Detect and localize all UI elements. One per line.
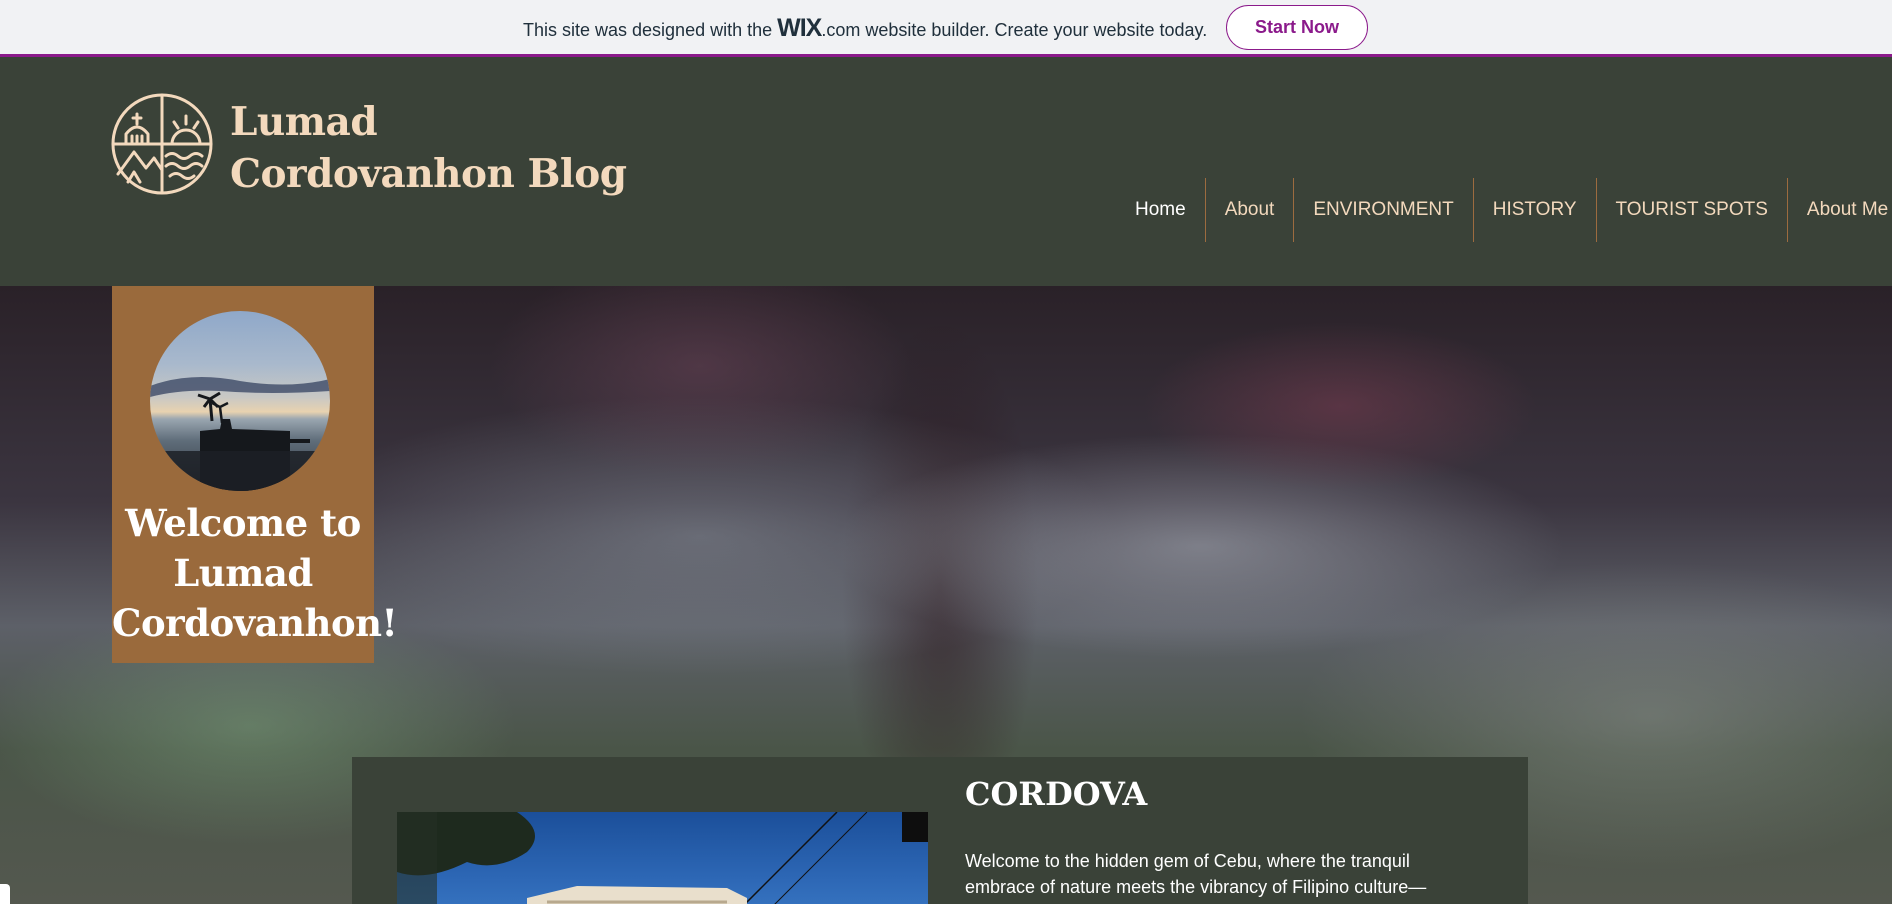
section-title: CORDOVA: [965, 775, 1148, 813]
section-body: Welcome to the hidden gem of Cebu, where…: [965, 848, 1485, 900]
profile-photo: [150, 311, 330, 491]
section-body-line1: Welcome to the hidden gem of Cebu, where…: [965, 851, 1410, 871]
nav-item-about-me[interactable]: About Me: [1786, 178, 1892, 242]
banner-text-after: website builder. Create your website tod…: [865, 20, 1208, 40]
wix-logo[interactable]: WIX: [777, 14, 822, 43]
cordova-section: CORDOVA Welcome to the hidden gem of Ceb…: [352, 757, 1528, 904]
nav-item-about[interactable]: About: [1204, 178, 1294, 242]
banner-text-before: This site was designed with the: [523, 20, 773, 40]
start-now-button[interactable]: Start Now: [1226, 5, 1368, 50]
sunset-scene-image: [150, 377, 330, 491]
welcome-card: Welcome to Lumad Cordovanhon!: [112, 286, 398, 663]
main-nav: Home About ENVIRONMENT HISTORY TOURIST S…: [1116, 178, 1892, 242]
welcome-line3: Cordovanhon!: [112, 601, 398, 645]
emblem-icon[interactable]: [110, 92, 214, 196]
wix-banner-message: This site was designed with the WIX .com …: [523, 14, 1207, 42]
hero-background: Welcome to Lumad Cordovanhon! CORDOVA We…: [0, 286, 1892, 904]
wix-promo-banner: This site was designed with the WIX .com …: [0, 0, 1892, 57]
site-title[interactable]: Lumad Cordovanhon Blog: [230, 96, 630, 200]
nav-item-environment[interactable]: ENVIRONMENT: [1293, 178, 1472, 242]
welcome-line2: Lumad: [173, 551, 313, 595]
welcome-line1: Welcome to: [125, 501, 361, 545]
wix-logo-suffix: .com: [821, 20, 861, 40]
building-photo-image: [397, 812, 928, 904]
nav-item-home[interactable]: Home: [1116, 178, 1205, 242]
building-photo: [397, 812, 928, 904]
site-title-line2: Cordovanhon Blog: [230, 151, 627, 197]
site-title-line1: Lumad: [230, 99, 378, 145]
side-tab[interactable]: [0, 884, 10, 904]
nav-item-history[interactable]: HISTORY: [1472, 178, 1596, 242]
nav-item-tourist-spots[interactable]: TOURIST SPOTS: [1595, 178, 1787, 242]
site-header: Lumad Cordovanhon Blog Home About ENVIRO…: [0, 60, 1892, 286]
section-body-line2: embrace of nature meets the vibrancy of …: [965, 877, 1427, 897]
welcome-heading: Welcome to Lumad Cordovanhon!: [112, 498, 398, 648]
